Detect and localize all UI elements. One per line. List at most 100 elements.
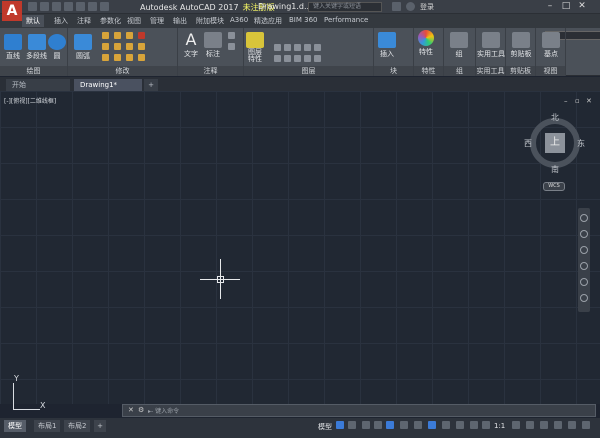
panel-groups-label[interactable]: 组 <box>444 66 475 76</box>
units-icon[interactable] <box>554 421 562 429</box>
panel-utilities-label[interactable]: 实用工具 <box>476 66 505 76</box>
annotation-monitor-icon[interactable] <box>540 421 548 429</box>
annotation-scale[interactable]: 1:1 <box>494 422 505 430</box>
fillet-icon[interactable] <box>126 43 133 50</box>
circle-button[interactable]: 圆 <box>48 34 66 61</box>
tab-a360[interactable]: A360 <box>230 16 248 24</box>
dimension-button[interactable]: 标注 <box>204 32 222 59</box>
insert-button[interactable]: 插入 <box>378 32 396 59</box>
panel-clipboard-label[interactable]: 剪贴板 <box>506 66 535 76</box>
layer-icon-10[interactable] <box>314 55 321 62</box>
orbit-icon[interactable] <box>580 262 588 270</box>
compass-east[interactable]: 东 <box>577 138 585 149</box>
navbar-options-icon[interactable] <box>580 294 588 302</box>
explode-icon[interactable] <box>138 43 145 50</box>
layer-icon-8[interactable] <box>294 55 301 62</box>
offset-icon[interactable] <box>138 54 145 61</box>
grid-icon[interactable] <box>336 421 344 429</box>
erase-icon[interactable] <box>138 32 145 39</box>
layer-icon-9[interactable] <box>304 55 311 62</box>
new-tab-icon[interactable]: + <box>144 79 158 91</box>
polyline-button[interactable]: 多段线 <box>26 34 47 61</box>
tab-performance[interactable]: Performance <box>324 16 368 24</box>
arc-button[interactable]: 圆弧 <box>74 34 92 61</box>
open-file-icon[interactable] <box>40 2 49 11</box>
lineweight-icon[interactable] <box>442 421 450 429</box>
compass-west[interactable]: 西 <box>524 138 532 149</box>
leader-icon[interactable] <box>228 32 235 39</box>
panel-view-label[interactable]: 视图 <box>536 66 565 76</box>
move-icon[interactable] <box>102 32 109 39</box>
auto-scale-icon[interactable] <box>482 421 490 429</box>
layer-icon-4[interactable] <box>304 44 311 51</box>
layer-icon-3[interactable] <box>294 44 301 51</box>
wcs-dropdown[interactable]: WCS <box>543 182 565 191</box>
rotate-icon[interactable] <box>114 32 121 39</box>
add-layout-icon[interactable]: + <box>94 420 106 432</box>
compass-north[interactable]: 北 <box>551 112 559 123</box>
compass-south[interactable]: 南 <box>551 164 559 175</box>
zoom-icon[interactable] <box>580 246 588 254</box>
viewport-controls[interactable]: [-][俯视][二维线框] <box>4 96 56 105</box>
command-line[interactable] <box>122 404 596 417</box>
binoculars-icon[interactable] <box>392 2 401 11</box>
base-button[interactable]: 基点 <box>538 32 564 59</box>
clipboard-button[interactable]: 剪贴板 <box>506 32 536 59</box>
panel-properties-label[interactable]: 特性 <box>414 66 443 76</box>
command-input[interactable]: ▸- 键入命令 <box>148 406 179 415</box>
object-snap-tracking-icon[interactable] <box>414 421 422 429</box>
utilities-button[interactable]: 实用工具 <box>476 32 506 59</box>
tab-bim360[interactable]: BIM 360 <box>289 16 318 24</box>
tab-addins[interactable]: 附加模块 <box>196 16 224 26</box>
isodraft-icon[interactable] <box>400 421 408 429</box>
save-as-icon[interactable] <box>64 2 73 11</box>
properties-button[interactable]: 特性 <box>418 30 434 57</box>
panel-modify-label[interactable]: 修改 <box>68 66 177 76</box>
tab-view[interactable]: 视图 <box>127 16 141 26</box>
tab-layout1[interactable]: 布局1 <box>34 420 61 432</box>
minimize-icon[interactable]: – <box>544 1 556 12</box>
redo-icon[interactable] <box>100 2 109 11</box>
copy-icon[interactable] <box>102 43 109 50</box>
login-button[interactable]: 登录 <box>420 2 434 12</box>
tab-annotate[interactable]: 注释 <box>77 16 91 26</box>
model-space-button[interactable]: 模型 <box>318 422 332 432</box>
object-snap-icon[interactable] <box>428 421 436 429</box>
command-close-icon[interactable]: ✕ <box>128 406 134 414</box>
tab-output[interactable]: 输出 <box>173 16 187 26</box>
line-button[interactable]: 直线 <box>4 34 22 61</box>
close-icon[interactable]: ✕ <box>576 1 588 12</box>
undo-icon[interactable] <box>88 2 97 11</box>
dynamic-input-icon[interactable] <box>362 421 370 429</box>
layer-icon-7[interactable] <box>284 55 291 62</box>
tab-model[interactable]: 模型 <box>4 420 26 432</box>
steering-wheel-icon[interactable] <box>580 214 588 222</box>
layer-icon-2[interactable] <box>284 44 291 51</box>
panel-block-label[interactable]: 块 <box>374 66 413 76</box>
panel-draw-label[interactable]: 绘图 <box>0 66 67 76</box>
settings-icon[interactable] <box>512 421 520 429</box>
user-icon[interactable] <box>406 2 415 11</box>
transparency-icon[interactable] <box>456 421 464 429</box>
plot-icon[interactable] <box>76 2 85 11</box>
viewport-restore-icon[interactable]: ▫ <box>575 97 580 105</box>
snap-icon[interactable] <box>348 421 356 429</box>
tab-home[interactable]: 默认 <box>22 15 44 27</box>
pan-icon[interactable] <box>580 230 588 238</box>
customization-icon[interactable] <box>582 421 590 429</box>
scale-icon[interactable] <box>114 54 121 61</box>
layer-icon-6[interactable] <box>274 55 281 62</box>
polar-tracking-icon[interactable] <box>386 421 394 429</box>
tab-manage[interactable]: 管理 <box>150 16 164 26</box>
layer-icon-5[interactable] <box>314 44 321 51</box>
tab-start[interactable]: 开始 <box>6 79 70 91</box>
layer-properties-button[interactable]: 图层 特性 <box>246 32 264 63</box>
table-icon[interactable] <box>228 43 235 50</box>
command-settings-icon[interactable]: ⚙ <box>138 406 144 414</box>
trim-icon[interactable] <box>126 32 133 39</box>
isolate-objects-icon[interactable] <box>568 421 576 429</box>
drawing-canvas[interactable] <box>0 91 600 404</box>
viewport-close-icon[interactable]: ✕ <box>586 97 592 105</box>
layer-icon-1[interactable] <box>274 44 281 51</box>
maximize-icon[interactable]: □ <box>560 1 572 12</box>
